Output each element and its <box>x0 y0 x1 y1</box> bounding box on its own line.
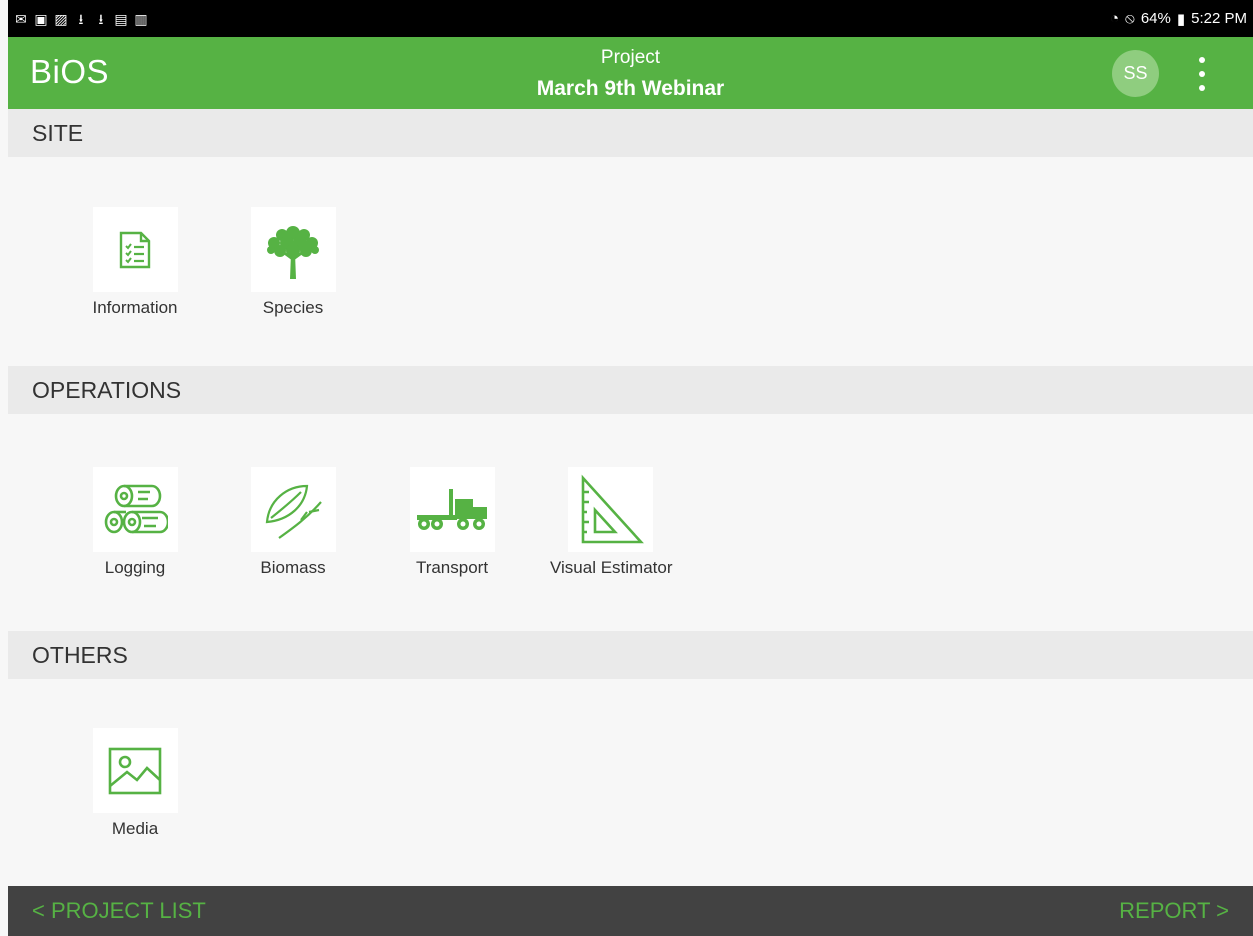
section-header-operations: OPERATIONS <box>8 366 1253 414</box>
bag-icon: ▣ <box>34 10 48 27</box>
tile-label: Logging <box>104 558 166 577</box>
tile-information[interactable]: Information <box>75 207 195 318</box>
tile-species[interactable]: Species <box>233 207 353 318</box>
tile-visual-estimator[interactable]: Visual Estimator <box>550 467 673 578</box>
more-options-icon[interactable] <box>1192 57 1212 91</box>
tile-transport[interactable]: Transport <box>392 467 512 578</box>
tile-label: Species <box>262 298 324 317</box>
truck-icon <box>417 488 487 530</box>
wifi-icon: ◔ <box>1109 10 1120 27</box>
download-icon: ⭳ <box>98 10 104 27</box>
report-button[interactable]: REPORT > <box>1119 898 1229 924</box>
battery-percent: 64% <box>1140 10 1171 27</box>
bottom-nav-bar: < PROJECT LIST REPORT > <box>8 886 1253 936</box>
tile-biomass[interactable]: Biomass <box>233 467 353 578</box>
mail-icon: ✉ <box>15 10 27 27</box>
tree-icon <box>267 225 319 279</box>
section-header-others: OTHERS <box>8 631 1253 679</box>
image-icon: ▨ <box>54 10 68 27</box>
tile-label: Visual Estimator <box>550 558 673 577</box>
do-not-disturb-icon: ⦸ <box>1125 10 1135 27</box>
image-icon <box>108 747 162 794</box>
image-off-icon: ▥ <box>134 10 148 27</box>
clock: 5:22 PM <box>1191 10 1247 27</box>
avatar[interactable]: SS <box>1112 50 1159 97</box>
project-name[interactable]: March 9th Webinar <box>8 77 1253 101</box>
tile-label: Information <box>92 298 178 317</box>
download-icon: ⭳ <box>78 10 84 27</box>
leaf-icon <box>265 484 322 539</box>
battery-icon: ▮ <box>1176 10 1186 28</box>
triangle-ruler-icon <box>581 474 644 543</box>
tile-logging[interactable]: Logging <box>75 467 195 578</box>
tile-label: Transport <box>415 558 489 577</box>
status-bar: ✉ ▣ ▨ ⭳ ⭳ ▤ ▥ ◔ ⦸ 64% ▮ 5:22 PM <box>8 0 1253 37</box>
notification-icons: ✉ ▣ ▨ ⭳ ⭳ ▤ ▥ <box>14 12 148 26</box>
tile-label: Biomass <box>260 558 326 577</box>
project-list-button[interactable]: < PROJECT LIST <box>32 898 206 924</box>
tile-label: Media <box>111 819 159 838</box>
status-indicators: ◔ ⦸ 64% ▮ 5:22 PM <box>1110 10 1247 28</box>
app-bar: BiOS Project March 9th Webinar SS <box>8 37 1253 109</box>
lock-icon: ▤ <box>114 10 128 27</box>
logs-icon <box>104 484 168 533</box>
tile-media[interactable]: Media <box>75 728 195 839</box>
checklist-icon <box>119 231 151 268</box>
section-header-site: SITE <box>8 109 1253 157</box>
project-label: Project <box>600 47 661 68</box>
